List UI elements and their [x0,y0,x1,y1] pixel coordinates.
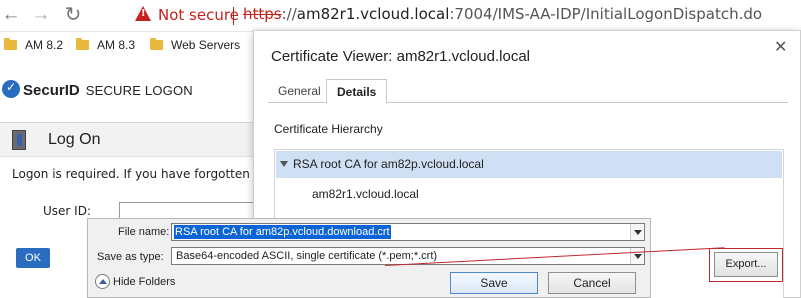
url-separator: :// [281,5,297,23]
hide-folders-label: Hide Folders [113,276,176,288]
url-host: am82r1.vcloud.local [296,5,450,23]
reload-icon[interactable]: ↻ [62,4,84,26]
brand-name: SecurID [23,82,80,99]
brand-logo: SecurID SECURE LOGON [2,80,193,99]
collapse-up-icon [95,274,110,289]
url-scheme: https [243,5,282,23]
brand-subtitle: SECURE LOGON [85,83,193,98]
bookmark-label: AM 8.3 [97,38,136,52]
save-as-dialog: File name: RSA root CA for am82p.vcloud.… [87,218,651,298]
logon-message: Logon is required. If you have forgotten… [12,167,261,181]
url-divider [233,7,234,25]
filename-input[interactable]: RSA root CA for am82p.vcloud.download.cr… [171,223,645,241]
bookmark-folder[interactable]: AM 8.3 [76,38,135,52]
warning-icon[interactable] [135,6,151,21]
save-type-label: Save as type: [97,251,164,263]
security-status[interactable]: Not secure [158,6,239,24]
chevron-down-icon[interactable] [630,248,644,264]
forward-arrow-icon[interactable]: → [30,4,52,26]
logon-door-icon [12,130,26,150]
tree-item-root-ca[interactable]: RSA root CA for am82p.vcloud.local [276,151,782,178]
userid-label: User ID: [43,204,91,218]
cancel-button[interactable]: Cancel [548,272,636,294]
folder-icon [150,38,163,50]
tab-details[interactable]: Details [326,79,388,104]
tab-strip: General Details [268,79,788,104]
save-button[interactable]: Save [450,272,538,294]
close-icon[interactable]: ✕ [774,37,787,56]
save-type-value: Base64-encoded ASCII, single certificate… [176,250,438,262]
logon-header: Log On [0,123,260,157]
url-field[interactable]: https://am82r1.vcloud.local:7004/IMS-AA-… [243,5,762,23]
address-bar: ← → ↻ Not secure https://am82r1.vcloud.l… [0,0,801,32]
logon-title: Log On [48,131,101,148]
expand-triangle-icon[interactable] [280,161,288,167]
tab-general[interactable]: General [268,79,331,103]
hide-folders-button[interactable]: Hide Folders [95,274,175,289]
filename-label: File name: [118,226,170,238]
hierarchy-label: Certificate Hierarchy [274,122,383,136]
ok-button[interactable]: OK [16,248,50,268]
filename-value: RSA root CA for am82p.vcloud.download.cr… [174,225,391,239]
folder-icon [4,38,17,50]
bookmark-folder[interactable]: AM 8.2 [4,38,63,52]
logo-icon [2,80,20,98]
url-path: :7004/IMS-AA-IDP/InitialLogonDispatch.do [449,5,763,23]
folder-icon [76,38,89,50]
tree-item-host[interactable]: am82r1.vcloud.local [312,187,419,201]
chevron-down-icon[interactable] [630,224,644,240]
back-arrow-icon[interactable]: ← [0,4,22,26]
dialog-title: Certificate Viewer: am82r1.vcloud.local [271,48,531,65]
bookmark-label: Web Servers [171,38,241,52]
highlight-box [709,248,783,282]
bookmark-label: AM 8.2 [25,38,64,52]
tree-item-label: RSA root CA for am82p.vcloud.local [293,157,484,171]
bookmark-folder[interactable]: Web Servers [150,38,240,52]
